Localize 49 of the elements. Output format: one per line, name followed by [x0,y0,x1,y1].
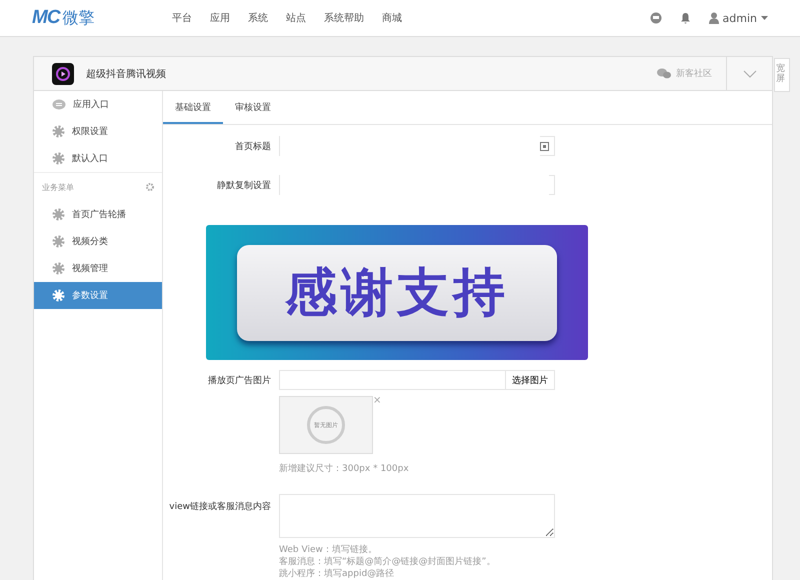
user-icon[interactable] [708,12,719,24]
gear-icon [52,235,65,248]
sidebar-item[interactable]: 应用入口 [34,91,162,118]
section-heading: 业务菜单 [42,182,74,192]
sidebar-item[interactable]: 权限设置 [34,118,162,145]
help-text: Web View：填写链接。 [279,544,378,556]
gear-icon[interactable] [146,183,154,191]
gear-icon [52,262,65,275]
tab[interactable]: 基础设置 [163,101,223,124]
app-title: 超级抖音腾讯视频 [86,68,166,80]
sidebar-item[interactable]: 参数设置 [34,282,162,309]
copy-field[interactable] [279,175,555,195]
help-text: 客服消息：填写“标题@简介@链接@封面图片链接”。 [279,556,496,568]
gear-icon [52,208,65,221]
gear-icon [52,289,65,302]
nav-link[interactable]: 应用 [210,11,230,25]
nav-link[interactable]: 系统帮助 [324,11,364,25]
logo-text: 微擎 [62,8,95,28]
chevron-icon [742,70,756,78]
banner-text: 感谢支持 [285,262,509,324]
gear-icon [52,125,65,138]
chat-icon [52,98,66,110]
content-textarea[interactable] [279,494,555,538]
bell-icon[interactable] [680,12,691,24]
help-text: 跳小程序：填写appid@路径 [279,568,396,580]
size-hint: 新增建议尺寸：300px * 100px [279,462,409,475]
field-label: view链接或客服消息内容 [168,500,272,513]
nav-link[interactable]: 系统 [248,11,268,25]
nav-link[interactable]: 平台 [172,11,192,25]
field-label: 播放页广告图片 [207,374,272,386]
gear-icon [52,152,65,165]
caret-icon[interactable] [761,16,768,20]
nav-link[interactable]: 站点 [286,11,306,25]
sidebar-item[interactable]: 默认入口 [34,145,162,172]
wechat-icon [657,68,671,79]
sidebar-item[interactable]: 视频管理 [34,255,162,282]
logo-mark: MC [32,7,60,29]
app-icon [52,62,74,84]
title-field[interactable] [279,136,555,156]
choose-image-button[interactable]: 选择图片 [506,370,555,390]
user-menu[interactable]: admin [722,12,757,24]
nav-link[interactable]: 商城 [382,11,402,25]
sidebar-item[interactable]: 视频分类 [34,228,162,255]
sidebar-item[interactable]: 首页广告轮播 [34,201,162,228]
chat-icon[interactable] [650,12,662,24]
field-label: 静默复制设置 [216,180,272,192]
ad-image-field[interactable] [279,370,506,390]
tab[interactable]: 审核设置 [223,101,283,124]
field-label: 首页标题 [234,140,272,152]
